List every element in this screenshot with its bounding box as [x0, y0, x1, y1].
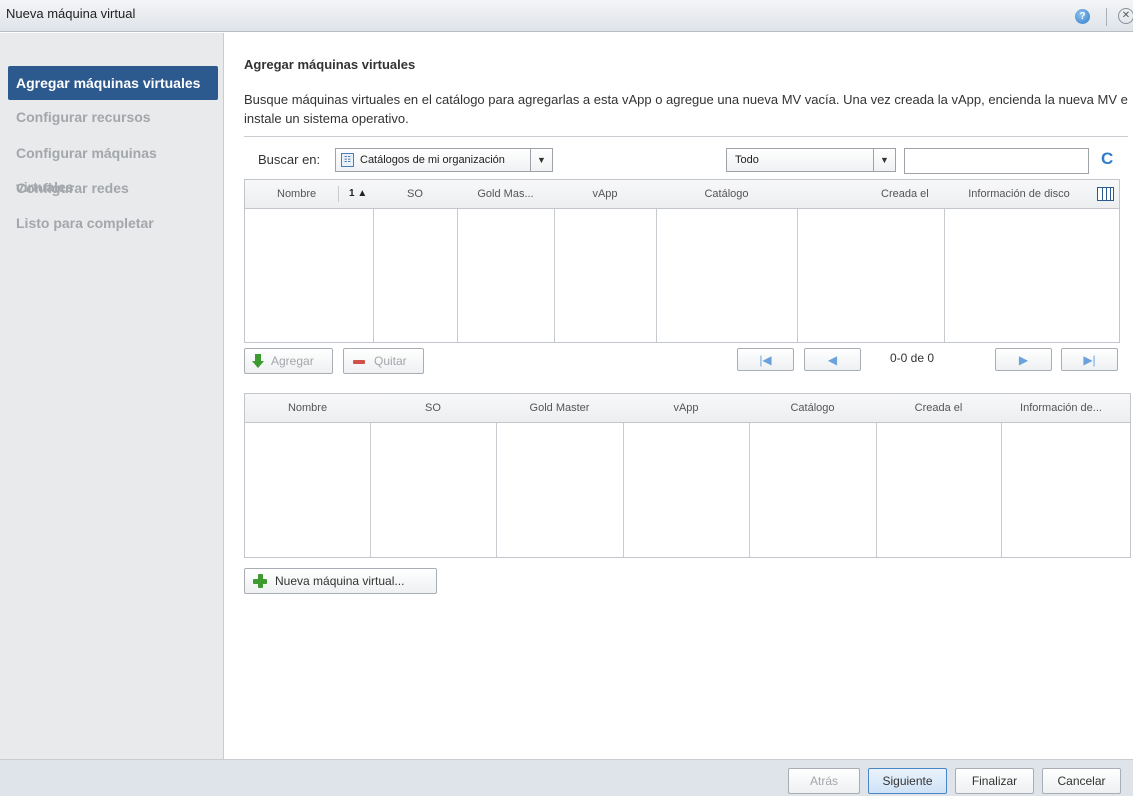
column-header-informacion[interactable]: Información de... [1001, 394, 1121, 422]
catalog-source-value: Catálogos de mi organización [360, 154, 505, 166]
back-button[interactable]: Atrás [788, 768, 860, 794]
column-divider [370, 423, 371, 557]
column-divider [554, 209, 555, 342]
main-panel: Agregar máquinas virtuales Busque máquin… [225, 33, 1133, 759]
sidebar-item-configurar-recursos: Configurar recursos [16, 109, 151, 125]
catalog-vm-table: Nombre 1 ▲ SO Gold Mas... vApp Catálogo … [244, 179, 1120, 343]
column-label: Gold Master [529, 402, 590, 414]
sort-ascending-icon[interactable]: 1 ▲ [349, 180, 367, 208]
window-title: Nueva máquina virtual [6, 6, 136, 21]
cancel-button[interactable]: Cancelar [1042, 768, 1121, 794]
wizard-steps-sidebar: Agregar máquinas virtuales Configurar re… [0, 33, 224, 759]
column-divider [373, 209, 374, 342]
column-header-gold-master[interactable]: Gold Mas... [457, 180, 554, 208]
column-header-vapp[interactable]: vApp [623, 394, 749, 422]
filter-value: Todo [735, 154, 759, 166]
selected-vm-table: Nombre SO Gold Master vApp Catálogo Crea… [244, 393, 1131, 558]
column-header-nombre[interactable]: Nombre [245, 394, 370, 422]
column-label: Nombre [287, 402, 328, 414]
table-header: Nombre 1 ▲ SO Gold Mas... vApp Catálogo … [245, 180, 1119, 209]
filter-select[interactable]: Todo ▼ [726, 148, 896, 172]
sidebar-item-listo: Listo para completar [16, 215, 154, 231]
column-label: Nombre [277, 188, 317, 200]
column-header-catalogo[interactable]: Catálogo [749, 394, 876, 422]
add-button[interactable]: Agregar [244, 348, 333, 374]
page-title: Agregar máquinas virtuales [244, 57, 416, 72]
column-label: Gold Mas... [477, 188, 534, 200]
column-divider [749, 423, 750, 557]
divider [244, 136, 1128, 137]
chevron-down-icon: ▼ [873, 149, 895, 171]
search-in-label: Buscar en: [258, 152, 321, 167]
column-divider [876, 423, 877, 557]
last-page-button[interactable]: ▶| [1061, 348, 1118, 371]
remove-button[interactable]: Quitar [343, 348, 424, 374]
column-header-so[interactable]: SO [373, 180, 457, 208]
last-page-icon: ▶| [1083, 353, 1096, 367]
column-label: Catálogo [704, 188, 749, 200]
close-icon[interactable]: ✕ [1118, 8, 1133, 24]
column-divider [1001, 423, 1002, 557]
sidebar-item-agregar-maquinas[interactable]: Agregar máquinas virtuales [8, 66, 218, 100]
catalog-source-select[interactable]: ☷ Catálogos de mi organización ▼ [335, 148, 553, 172]
remove-button-label: Quitar [374, 354, 407, 368]
help-icon[interactable]: ? [1075, 9, 1090, 24]
page-description: Busque máquinas virtuales en el catálogo… [244, 92, 1128, 126]
sidebar-item-configurar-redes: Configurar redes [16, 180, 129, 196]
column-header-informacion-disco[interactable]: Información de disco [944, 180, 1094, 208]
column-divider [623, 423, 624, 557]
column-label: Información de disco [968, 188, 1070, 200]
window-titlebar: Nueva máquina virtual ? ✕ [0, 0, 1133, 32]
column-header-gold-master[interactable]: Gold Master [496, 394, 623, 422]
refresh-icon[interactable]: C [1101, 149, 1119, 169]
table-header: Nombre SO Gold Master vApp Catálogo Crea… [245, 394, 1130, 423]
column-label: SO [425, 402, 441, 414]
column-picker-icon[interactable] [1097, 187, 1114, 201]
column-divider [797, 209, 798, 342]
finish-button[interactable]: Finalizar [955, 768, 1034, 794]
column-divider [457, 209, 458, 342]
prev-page-icon: ◀ [827, 353, 838, 367]
catalog-icon: ☷ [341, 153, 354, 167]
column-label: Creada el [914, 402, 963, 414]
column-label: Catálogo [790, 402, 835, 414]
prev-page-button[interactable]: ◀ [804, 348, 861, 371]
page-info: 0-0 de 0 [890, 351, 935, 365]
first-page-icon: |◀ [759, 353, 772, 367]
new-vm-button-label: Nueva máquina virtual... [275, 574, 405, 588]
column-header-nombre[interactable]: Nombre 1 ▲ [245, 180, 373, 208]
column-divider [944, 209, 945, 342]
column-header-so[interactable]: SO [370, 394, 496, 422]
column-label: vApp [592, 188, 618, 200]
column-header-creada-el[interactable]: Creada el [876, 394, 1001, 422]
arrow-down-icon [252, 354, 264, 368]
wizard-footer: Atrás Siguiente Finalizar Cancelar [0, 759, 1133, 796]
column-divider [656, 209, 657, 342]
column-header-catalogo[interactable]: Catálogo [656, 180, 797, 208]
column-header-vapp[interactable]: vApp [554, 180, 656, 208]
add-button-label: Agregar [271, 354, 314, 368]
chevron-down-icon: ▼ [530, 149, 552, 171]
next-page-icon: ▶ [1018, 353, 1029, 367]
plus-icon [253, 574, 267, 588]
minus-icon [353, 360, 365, 364]
first-page-button[interactable]: |◀ [737, 348, 794, 371]
search-input[interactable] [904, 148, 1089, 174]
column-header-creada-el[interactable]: Creada el [797, 180, 944, 208]
column-label: Creada el [881, 188, 929, 200]
sidebar-item-configurar-maquinas: Configurar máquinas virtuales [16, 145, 157, 195]
next-page-button[interactable]: ▶ [995, 348, 1052, 371]
column-label: Información de... [1020, 402, 1102, 414]
column-label: vApp [673, 402, 699, 414]
new-vm-button[interactable]: Nueva máquina virtual... [244, 568, 437, 594]
titlebar-separator [1106, 8, 1107, 26]
column-divider [496, 423, 497, 557]
column-label: SO [407, 188, 423, 200]
next-button[interactable]: Siguiente [868, 768, 947, 794]
header-separator [338, 186, 339, 202]
